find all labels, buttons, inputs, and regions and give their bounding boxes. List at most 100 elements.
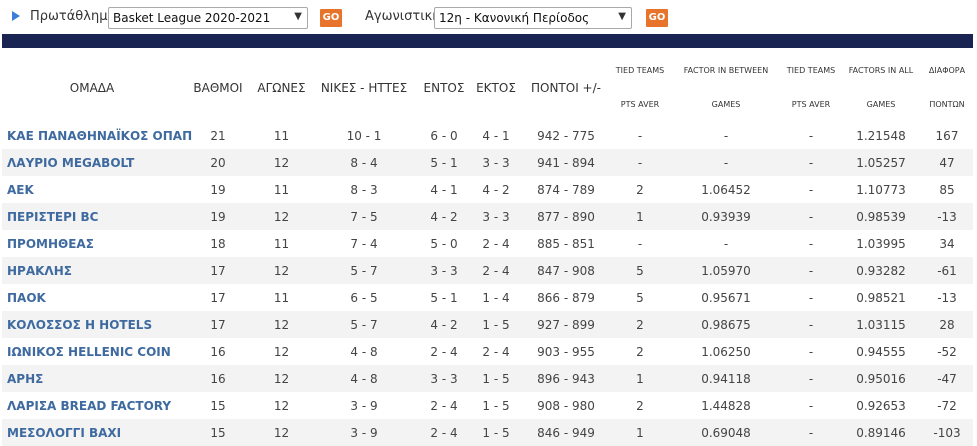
column-header: ΕΚΤΟΣ <box>476 81 516 95</box>
table-cell: -72 <box>937 398 957 413</box>
table-cell: 28 <box>921 311 973 338</box>
team-link[interactable]: ΠΕΡΙΣΤΕΡΙ BC <box>2 203 182 230</box>
column-header: ΝΙΚΕΣ - ΗΤΤΕΣ <box>320 81 408 95</box>
table-cell: 3 - 3 <box>419 257 469 284</box>
team-link[interactable]: ΛΑΡΙΣΑ BREAD FACTORY <box>2 392 182 419</box>
table-cell: 1 <box>609 203 671 230</box>
table-cell: 19 <box>182 203 254 230</box>
table-cell: 885 - 851 <box>537 236 595 251</box>
table-cell: 2 <box>636 398 644 413</box>
table-cell: 7 - 4 <box>350 236 378 251</box>
team-link[interactable]: ΚΟΛΟΣΣΟΣ Η HOTELS <box>2 311 182 338</box>
table-row: ΛΑΥΡΙΟ MEGABOLT 20 12 8 - 45 - 13 - 3 941 - … <box>2 149 973 176</box>
table-cell: 5 - 1 <box>430 290 458 305</box>
table-cell: 12 <box>273 344 290 359</box>
column-header-line: ΔΙΑΦΟΡΑ <box>928 66 966 75</box>
table-cell: 874 - 789 <box>537 182 595 197</box>
table-cell: 941 - 894 <box>523 149 609 176</box>
table-cell: 1 - 4 <box>482 290 510 305</box>
league-select[interactable]: Basket League 2020-2021 ▼ <box>108 7 308 29</box>
play-arrow-icon <box>12 11 20 21</box>
team-link[interactable]: ΚΑΕ ΠΑΝΑΘΗΝΑΪΚΟΣ ΟΠΑΠ <box>2 122 192 149</box>
round-select[interactable]: 12η - Κανονική Περίοδος ▼ <box>434 7 632 29</box>
table-cell: 0.92653 <box>856 398 906 413</box>
team-link[interactable]: ΙΩΝΙΚΟΣ HELLENIC COIN <box>2 338 182 365</box>
table-cell: 12 <box>254 365 309 392</box>
filter-bar: Πρωτάθλημα Basket League 2020-2021 ▼ GO … <box>0 0 977 34</box>
column-header: FACTOR IN BETWEEN GAMES <box>671 54 781 122</box>
league-go-button[interactable]: GO <box>320 9 342 27</box>
table-cell: 1.21548 <box>856 128 906 143</box>
round-go-button[interactable]: GO <box>646 9 668 27</box>
table-cell: 18 <box>210 236 226 251</box>
table-cell: 1 - 5 <box>469 365 523 392</box>
column-header-line: PTS AVER <box>791 100 831 109</box>
table-row: ΚΑΕ ΠΑΝΑΘΗΝΑΪΚΟΣ ΟΠΑΠ 21 11 10 - 1 6 - 0 4 - … <box>2 122 973 149</box>
table-cell: 1.10773 <box>856 182 906 197</box>
table-cell: - <box>671 149 781 176</box>
table-cell: 0.69048 <box>671 419 781 446</box>
table-cell: 1.03995 <box>856 236 906 251</box>
team-link[interactable]: ΠΡΟΜΗΘΕΑΣ <box>2 230 182 257</box>
table-cell: 1 <box>609 419 671 446</box>
table-cell: 0.98539 <box>841 203 921 230</box>
table-cell: 12 <box>254 419 309 446</box>
team-link[interactable]: ΗΡΑΚΛΗΣ <box>2 257 182 284</box>
table-cell: 4 - 1 <box>430 182 458 197</box>
team-link[interactable]: ΛΑΥΡΙΟ MEGABOLT <box>2 149 182 176</box>
table-cell: 846 - 949 <box>523 419 609 446</box>
table-cell: - <box>808 398 814 413</box>
table-cell: 896 - 943 <box>523 365 609 392</box>
table-row: ΠΑΟΚ 17 11 6 - 5 5 - 1 1 - 4 866 - 879 5 0.95671… <box>2 284 973 311</box>
table-row: ΑΕΚ 19 11 8 - 3 4 - 1 4 - 2 874 - 789 2 1.06452 -… <box>2 176 973 203</box>
team-link[interactable]: ΑΡΗΣ <box>2 365 182 392</box>
table-cell: 2 - 4 <box>419 419 469 446</box>
table-row: ΗΡΑΚΛΗΣ 17 12 5 - 73 - 32 - 4 847 - 908 5 1.05… <box>2 257 973 284</box>
table-cell: 1.44828 <box>701 398 751 413</box>
table-cell: 5 <box>636 290 644 305</box>
table-cell: 11 <box>273 236 290 251</box>
column-header-line: GAMES <box>866 100 896 109</box>
chevron-down-icon: ▼ <box>294 11 302 22</box>
table-cell: 942 - 775 <box>537 128 595 143</box>
table-cell: - <box>808 182 814 197</box>
table-cell: 5 - 0 <box>430 236 458 251</box>
table-cell: 0.95016 <box>841 365 921 392</box>
table-cell: 2 - 4 <box>482 236 510 251</box>
column-header: ΟΜΑΔΑ <box>69 81 115 95</box>
chevron-down-icon: ▼ <box>618 11 626 22</box>
table-cell: - <box>781 419 841 446</box>
table-cell: -61 <box>921 257 973 284</box>
table-cell: 0.98675 <box>671 311 781 338</box>
table-cell: 1 - 5 <box>482 398 510 413</box>
standings-table: ΟΜΑΔΑ ΒΑΘΜΟΙ ΑΓΩΝΕΣ ΝΙΚΕΣ - ΗΤΤΕΣ ΕΝΤΟΣ ΕΚΤΟΣ… <box>2 54 973 446</box>
table-cell: -13 <box>937 290 957 305</box>
table-cell: 1 - 5 <box>469 419 523 446</box>
table-cell: 1.05257 <box>841 149 921 176</box>
column-header-line: TIED TEAMS <box>615 66 665 75</box>
table-cell: 866 - 879 <box>537 290 595 305</box>
table-cell: 927 - 899 <box>523 311 609 338</box>
team-link[interactable]: ΠΑΟΚ <box>2 284 182 311</box>
round-select-value: 12η - Κανονική Περίοδος <box>439 11 590 25</box>
table-cell: 15 <box>210 398 226 413</box>
table-cell: - <box>781 311 841 338</box>
table-cell: 0.93939 <box>671 203 781 230</box>
table-cell: 8 - 4 <box>309 149 419 176</box>
table-cell: 903 - 955 <box>537 344 595 359</box>
table-cell: 3 - 9 <box>309 419 419 446</box>
table-cell: 85 <box>939 182 955 197</box>
table-cell: 2 <box>636 344 644 359</box>
table-cell: 1 <box>609 365 671 392</box>
table-cell: - <box>637 236 643 251</box>
team-link[interactable]: ΑΕΚ <box>2 176 182 203</box>
table-cell: 2 - 4 <box>430 344 458 359</box>
column-header: ΑΓΩΝΕΣ <box>257 81 306 95</box>
table-cell: 6 - 0 <box>430 128 458 143</box>
table-cell: - <box>808 344 814 359</box>
team-link[interactable]: ΜΕΣΟΛΟΓΓΙ ΒΑΧΙ <box>2 419 182 446</box>
table-cell: - <box>723 128 729 143</box>
table-cell: 2 - 4 <box>430 398 458 413</box>
table-cell: 11 <box>273 182 290 197</box>
column-header-line: TIED TEAMS <box>786 66 836 75</box>
